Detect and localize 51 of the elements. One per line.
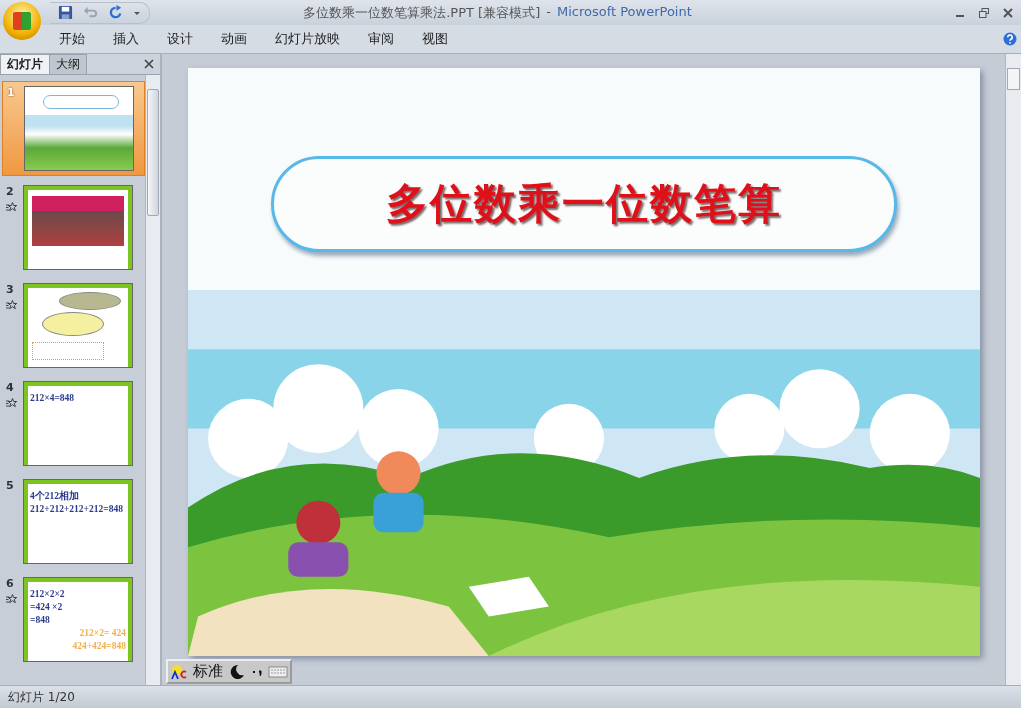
close-icon[interactable]: [144, 59, 154, 69]
slide-thumbnail[interactable]: 4个212相加 212+212+212+212=848: [23, 479, 133, 564]
ribbon-tab[interactable]: 开始: [45, 30, 99, 48]
slide-thumbnail[interactable]: [24, 86, 134, 171]
ime-mode[interactable]: 标准: [190, 662, 226, 681]
slide-text: =848: [30, 614, 50, 626]
slide-number: 4: [6, 381, 14, 394]
slide-thumbnail-row[interactable]: 4 212×4=848: [2, 377, 145, 470]
slide-thumbnail-row[interactable]: 5 4个212相加 212+212+212+212=848: [2, 475, 145, 568]
slide-text: 212+212+212+212=848: [30, 503, 123, 515]
slide-position: 幻灯片 1/20: [8, 688, 75, 706]
slide-thumbnail[interactable]: 212×2×2 =424 ×2 =848 212×2= 424 424+424=848: [23, 577, 133, 662]
pane-tab[interactable]: 幻灯片: [0, 54, 50, 74]
slide-text: 4个212相加: [30, 490, 79, 502]
scrollbar[interactable]: [1005, 54, 1021, 685]
restore-icon[interactable]: [979, 7, 989, 18]
office-button[interactable]: [3, 2, 41, 40]
slide-number: 3: [6, 283, 14, 296]
ribbon-tab[interactable]: 视图: [408, 30, 462, 48]
slide-number: 5: [6, 479, 14, 492]
slide-text: 212×2= 424: [79, 627, 126, 639]
slide-number: 1: [7, 86, 15, 99]
redo-icon[interactable]: [108, 5, 123, 20]
slide-thumbnail-row[interactable]: 2: [2, 181, 145, 274]
ribbon-tab[interactable]: 审阅: [354, 30, 408, 48]
slide-thumbnail-row[interactable]: 3: [2, 279, 145, 372]
input-method-icon[interactable]: [170, 662, 188, 681]
ribbon-tab[interactable]: 幻灯片放映: [261, 30, 354, 48]
slide-text: 424+424=848: [72, 640, 126, 652]
slide-thumbnail-row[interactable]: 6 212×2×2 =424 ×2 =848 212×2= 424 424+424=848: [2, 573, 145, 666]
slide-thumbnail[interactable]: [23, 185, 133, 270]
slide-text: 212×2×2: [30, 588, 65, 600]
save-icon[interactable]: [58, 5, 73, 20]
ribbon-tab[interactable]: 插入: [99, 30, 153, 48]
close-icon[interactable]: [1003, 7, 1013, 18]
title-separator: -: [546, 3, 551, 21]
slide-title: 多位数乘一位数笔算: [385, 178, 782, 230]
ribbon-tab[interactable]: 设计: [153, 30, 207, 48]
ribbon-tab[interactable]: 动画: [207, 30, 261, 48]
slide-text: =424 ×2: [30, 601, 63, 613]
slide-number: 2: [6, 185, 14, 198]
window-title: 多位数乘一位数笔算乘法.PPT [兼容模式]: [303, 3, 541, 22]
app-name: Microsoft PowerPoint: [556, 3, 692, 21]
slide-number: 6: [6, 577, 14, 590]
scrollbar[interactable]: [145, 75, 160, 685]
slide-text: 212×4=848: [30, 392, 75, 404]
slide-thumbnail[interactable]: [23, 283, 133, 368]
slide-thumbnail[interactable]: 212×4=848: [23, 381, 133, 466]
pane-tab[interactable]: 大纲: [49, 54, 87, 74]
help-icon[interactable]: [1003, 32, 1017, 46]
moon-icon[interactable]: [228, 662, 246, 681]
